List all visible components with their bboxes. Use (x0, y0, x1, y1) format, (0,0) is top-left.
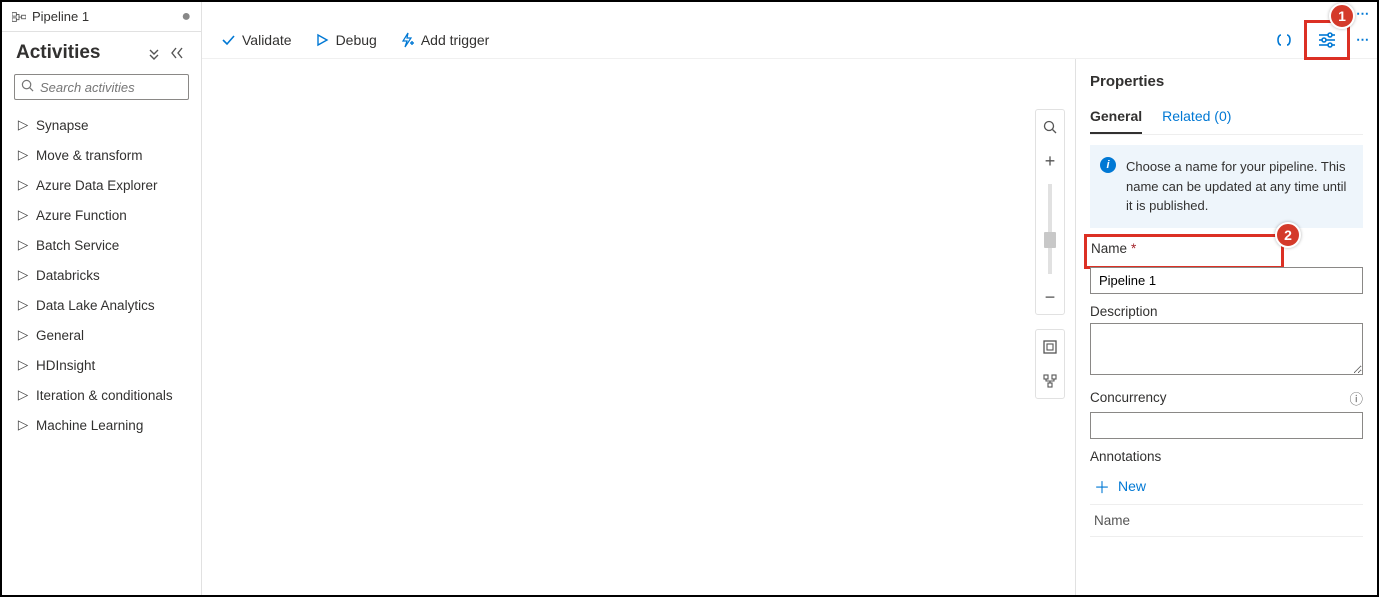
auto-layout-button[interactable] (1036, 364, 1064, 398)
tab-related[interactable]: Related (0) (1162, 100, 1231, 134)
properties-title: Properties (1090, 73, 1363, 90)
zoom-search-icon[interactable] (1036, 110, 1064, 144)
activity-category[interactable]: ▷ HDInsight (8, 350, 195, 380)
pipeline-tab-title: Pipeline 1 (32, 9, 89, 24)
zoom-in-button[interactable]: + (1036, 144, 1064, 178)
chevron-right-icon: ▷ (18, 417, 28, 433)
debug-button[interactable]: Debug (314, 32, 377, 48)
play-icon (314, 32, 330, 48)
chevron-right-icon: ▷ (18, 327, 28, 343)
pipeline-name-input[interactable] (1090, 267, 1363, 294)
search-icon (21, 79, 34, 95)
info-help-icon[interactable]: ⓘ (1350, 388, 1364, 408)
add-annotation-button[interactable]: ＋ New (1090, 468, 1150, 504)
chevron-right-icon: ▷ (18, 117, 28, 133)
concurrency-field-label: Concurrency ⓘ (1090, 388, 1363, 408)
validate-button[interactable]: Validate (220, 32, 292, 48)
pipeline-toolbar: Validate Debug Add trigger 1 (202, 22, 1377, 59)
plus-icon: ＋ (1094, 474, 1110, 498)
properties-panel: Properties General Related (0) i Choose … (1075, 59, 1377, 595)
activity-category-label: Azure Function (36, 208, 127, 223)
activity-category-label: Iteration & conditionals (36, 388, 173, 403)
activity-category-list: ▷ Synapse ▷ Move & transform ▷ Azure Data E… (2, 108, 201, 442)
chevron-right-icon: ▷ (18, 237, 28, 253)
activities-heading: Activities (16, 42, 137, 64)
search-activities-box[interactable] (14, 74, 189, 100)
activity-category[interactable]: ▷ Databricks (8, 260, 195, 290)
activity-category[interactable]: ▷ Machine Learning (8, 410, 195, 440)
info-banner: i Choose a name for your pipeline. This … (1090, 145, 1363, 228)
chevron-right-icon: ▷ (18, 267, 28, 283)
activity-category[interactable]: ▷ Synapse (8, 110, 195, 140)
activity-category-label: Data Lake Analytics (36, 298, 155, 313)
activity-category-label: General (36, 328, 84, 343)
validate-label: Validate (242, 32, 292, 48)
info-text: Choose a name for your pipeline. This na… (1126, 159, 1346, 213)
activities-sidebar: Pipeline 1 ● Activities ▷ (2, 2, 202, 595)
callout-badge-2: 2 (1275, 222, 1301, 248)
info-icon: i (1100, 157, 1116, 173)
canvas-view-controls (1035, 329, 1065, 399)
activity-category[interactable]: ▷ Batch Service (8, 230, 195, 260)
activity-category[interactable]: ▷ Move & transform (8, 140, 195, 170)
chevron-right-icon: ▷ (18, 357, 28, 373)
search-activities-input[interactable] (40, 80, 182, 95)
zoom-slider-thumb[interactable] (1044, 232, 1056, 248)
add-annotation-label: New (1118, 478, 1146, 494)
annotations-column-header: Name (1090, 504, 1363, 537)
debug-label: Debug (336, 32, 377, 48)
activity-category-label: Batch Service (36, 238, 119, 253)
pipeline-tab[interactable]: Pipeline 1 ● (2, 2, 201, 32)
lightning-icon (399, 32, 415, 48)
unsaved-indicator-icon: ● (181, 8, 191, 26)
chevron-right-icon: ▷ (18, 177, 28, 193)
pipeline-icon (12, 12, 26, 22)
description-field-label: Description (1090, 304, 1363, 319)
tab-general[interactable]: General (1090, 100, 1142, 134)
pipeline-canvas[interactable]: + − (202, 59, 1075, 595)
activity-category[interactable]: ▷ General (8, 320, 195, 350)
activity-category-label: Azure Data Explorer (36, 178, 158, 193)
add-trigger-button[interactable]: Add trigger (399, 32, 489, 48)
chevron-right-icon: ▷ (18, 297, 28, 313)
callout-badge-1: 1 (1329, 3, 1355, 29)
zoom-controls: + − (1035, 109, 1065, 315)
fit-to-screen-button[interactable] (1036, 330, 1064, 364)
view-code-button[interactable] (1264, 23, 1304, 57)
activity-category[interactable]: ▷ Iteration & conditionals (8, 380, 195, 410)
activity-category-label: Databricks (36, 268, 100, 283)
chevron-right-icon: ▷ (18, 207, 28, 223)
zoom-slider[interactable] (1048, 184, 1052, 274)
collapse-panel-icon[interactable] (169, 44, 187, 62)
activity-category[interactable]: ▷ Azure Data Explorer (8, 170, 195, 200)
activity-category[interactable]: ▷ Data Lake Analytics (8, 290, 195, 320)
activity-category-label: Move & transform (36, 148, 143, 163)
activity-category[interactable]: ▷ Azure Function (8, 200, 195, 230)
collapse-all-icon[interactable] (145, 44, 163, 62)
name-field-label: Name* (1091, 241, 1275, 256)
properties-tabs: General Related (0) (1090, 100, 1363, 135)
chevron-right-icon: ▷ (18, 147, 28, 163)
check-icon (220, 32, 236, 48)
concurrency-input[interactable] (1090, 412, 1363, 439)
overflow-menu-icon[interactable]: ⋯ (1356, 6, 1371, 22)
annotations-label: Annotations (1090, 449, 1363, 464)
description-input[interactable] (1090, 323, 1363, 375)
activity-category-label: HDInsight (36, 358, 95, 373)
activity-category-label: Synapse (36, 118, 89, 133)
add-trigger-label: Add trigger (421, 32, 489, 48)
toolbar-overflow-icon[interactable]: ⋯ (1350, 32, 1377, 48)
chevron-right-icon: ▷ (18, 387, 28, 403)
zoom-out-button[interactable]: − (1036, 280, 1064, 314)
activity-category-label: Machine Learning (36, 418, 143, 433)
